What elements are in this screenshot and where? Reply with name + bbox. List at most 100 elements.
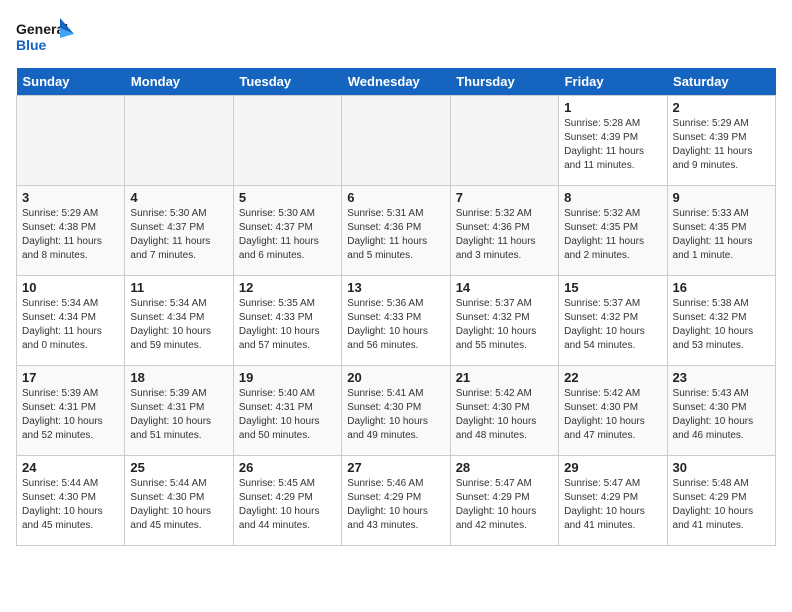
weekday-thursday: Thursday [450, 68, 558, 96]
day-info: Sunrise: 5:40 AM Sunset: 4:31 PM Dayligh… [239, 387, 336, 443]
day-number: 23 [673, 370, 770, 385]
day-number: 16 [673, 280, 770, 295]
day-number: 8 [564, 190, 661, 205]
day-info: Sunrise: 5:38 AM Sunset: 4:32 PM Dayligh… [673, 297, 770, 353]
day-info: Sunrise: 5:48 AM Sunset: 4:29 PM Dayligh… [673, 477, 770, 533]
weekday-tuesday: Tuesday [233, 68, 341, 96]
day-number: 20 [347, 370, 444, 385]
calendar-cell: 26 Sunrise: 5:45 AM Sunset: 4:29 PM Dayli… [233, 456, 341, 546]
logo-svg: GeneralBlue [16, 16, 76, 58]
calendar-cell [342, 96, 450, 186]
calendar-cell [233, 96, 341, 186]
day-number: 14 [456, 280, 553, 295]
logo: GeneralBlue [16, 16, 76, 58]
week-row-3: 10 Sunrise: 5:34 AM Sunset: 4:34 PM Dayli… [17, 276, 776, 366]
day-number: 27 [347, 460, 444, 475]
week-row-2: 3 Sunrise: 5:29 AM Sunset: 4:38 PM Daylig… [17, 186, 776, 276]
calendar-cell: 15 Sunrise: 5:37 AM Sunset: 4:32 PM Dayli… [559, 276, 667, 366]
week-row-4: 17 Sunrise: 5:39 AM Sunset: 4:31 PM Dayli… [17, 366, 776, 456]
day-number: 22 [564, 370, 661, 385]
calendar-cell: 4Sunrise: 5:30 AM Sunset: 4:37 PM Daylig… [125, 186, 233, 276]
day-info: Sunrise: 5:30 AM Sunset: 4:37 PM Dayligh… [239, 207, 336, 263]
day-number: 19 [239, 370, 336, 385]
calendar-cell: 25 Sunrise: 5:44 AM Sunset: 4:30 PM Dayli… [125, 456, 233, 546]
calendar-table: SundayMondayTuesdayWednesdayThursdayFrid… [16, 68, 776, 546]
calendar-cell: 30 Sunrise: 5:48 AM Sunset: 4:29 PM Dayli… [667, 456, 775, 546]
day-number: 1 [564, 100, 661, 115]
day-number: 26 [239, 460, 336, 475]
day-number: 18 [130, 370, 227, 385]
calendar-cell [17, 96, 125, 186]
calendar-cell: 24 Sunrise: 5:44 AM Sunset: 4:30 PM Dayli… [17, 456, 125, 546]
calendar-cell: 1 Sunrise: 5:28 AM Sunset: 4:39 PM Daylig… [559, 96, 667, 186]
calendar-body: 1 Sunrise: 5:28 AM Sunset: 4:39 PM Daylig… [17, 96, 776, 546]
day-info: Sunrise: 5:46 AM Sunset: 4:29 PM Dayligh… [347, 477, 444, 533]
calendar-cell: 22 Sunrise: 5:42 AM Sunset: 4:30 PM Dayli… [559, 366, 667, 456]
day-info: Sunrise: 5:33 AM Sunset: 4:35 PM Dayligh… [673, 207, 770, 263]
day-number: 10 [22, 280, 119, 295]
calendar-cell: 18 Sunrise: 5:39 AM Sunset: 4:31 PM Dayli… [125, 366, 233, 456]
day-info: Sunrise: 5:42 AM Sunset: 4:30 PM Dayligh… [456, 387, 553, 443]
day-info: Sunrise: 5:31 AM Sunset: 4:36 PM Dayligh… [347, 207, 444, 263]
svg-text:Blue: Blue [16, 37, 47, 53]
calendar-cell: 21Sunrise: 5:42 AM Sunset: 4:30 PM Dayli… [450, 366, 558, 456]
calendar-cell: 23 Sunrise: 5:43 AM Sunset: 4:30 PM Dayli… [667, 366, 775, 456]
calendar-cell: 28Sunrise: 5:47 AM Sunset: 4:29 PM Dayli… [450, 456, 558, 546]
day-info: Sunrise: 5:44 AM Sunset: 4:30 PM Dayligh… [130, 477, 227, 533]
day-info: Sunrise: 5:42 AM Sunset: 4:30 PM Dayligh… [564, 387, 661, 443]
day-number: 24 [22, 460, 119, 475]
day-number: 15 [564, 280, 661, 295]
day-number: 5 [239, 190, 336, 205]
calendar-cell [450, 96, 558, 186]
day-info: Sunrise: 5:30 AM Sunset: 4:37 PM Dayligh… [130, 207, 227, 263]
day-number: 2 [673, 100, 770, 115]
calendar-cell: 12Sunrise: 5:35 AM Sunset: 4:33 PM Dayli… [233, 276, 341, 366]
calendar-cell: 27 Sunrise: 5:46 AM Sunset: 4:29 PM Dayli… [342, 456, 450, 546]
calendar-cell: 6Sunrise: 5:31 AM Sunset: 4:36 PM Daylig… [342, 186, 450, 276]
day-info: Sunrise: 5:47 AM Sunset: 4:29 PM Dayligh… [456, 477, 553, 533]
calendar-cell: 7 Sunrise: 5:32 AM Sunset: 4:36 PM Daylig… [450, 186, 558, 276]
day-info: Sunrise: 5:34 AM Sunset: 4:34 PM Dayligh… [130, 297, 227, 353]
week-row-1: 1 Sunrise: 5:28 AM Sunset: 4:39 PM Daylig… [17, 96, 776, 186]
day-info: Sunrise: 5:32 AM Sunset: 4:36 PM Dayligh… [456, 207, 553, 263]
day-info: Sunrise: 5:29 AM Sunset: 4:39 PM Dayligh… [673, 117, 770, 173]
day-info: Sunrise: 5:34 AM Sunset: 4:34 PM Dayligh… [22, 297, 119, 353]
calendar-cell: 16 Sunrise: 5:38 AM Sunset: 4:32 PM Dayli… [667, 276, 775, 366]
day-number: 29 [564, 460, 661, 475]
day-number: 17 [22, 370, 119, 385]
day-info: Sunrise: 5:43 AM Sunset: 4:30 PM Dayligh… [673, 387, 770, 443]
calendar-cell: 20Sunrise: 5:41 AM Sunset: 4:30 PM Dayli… [342, 366, 450, 456]
day-info: Sunrise: 5:32 AM Sunset: 4:35 PM Dayligh… [564, 207, 661, 263]
day-number: 30 [673, 460, 770, 475]
day-number: 25 [130, 460, 227, 475]
calendar-cell: 14 Sunrise: 5:37 AM Sunset: 4:32 PM Dayli… [450, 276, 558, 366]
day-info: Sunrise: 5:47 AM Sunset: 4:29 PM Dayligh… [564, 477, 661, 533]
weekday-sunday: Sunday [17, 68, 125, 96]
day-info: Sunrise: 5:28 AM Sunset: 4:39 PM Dayligh… [564, 117, 661, 173]
day-info: Sunrise: 5:39 AM Sunset: 4:31 PM Dayligh… [22, 387, 119, 443]
weekday-saturday: Saturday [667, 68, 775, 96]
day-info: Sunrise: 5:37 AM Sunset: 4:32 PM Dayligh… [564, 297, 661, 353]
calendar-cell: 5 Sunrise: 5:30 AM Sunset: 4:37 PM Daylig… [233, 186, 341, 276]
weekday-friday: Friday [559, 68, 667, 96]
day-number: 11 [130, 280, 227, 295]
day-info: Sunrise: 5:39 AM Sunset: 4:31 PM Dayligh… [130, 387, 227, 443]
day-number: 3 [22, 190, 119, 205]
day-info: Sunrise: 5:36 AM Sunset: 4:33 PM Dayligh… [347, 297, 444, 353]
calendar-cell: 29 Sunrise: 5:47 AM Sunset: 4:29 PM Dayli… [559, 456, 667, 546]
week-row-5: 24 Sunrise: 5:44 AM Sunset: 4:30 PM Dayli… [17, 456, 776, 546]
day-number: 9 [673, 190, 770, 205]
calendar-cell: 13 Sunrise: 5:36 AM Sunset: 4:33 PM Dayli… [342, 276, 450, 366]
day-info: Sunrise: 5:37 AM Sunset: 4:32 PM Dayligh… [456, 297, 553, 353]
calendar-header: SundayMondayTuesdayWednesdayThursdayFrid… [17, 68, 776, 96]
calendar-cell: 9 Sunrise: 5:33 AM Sunset: 4:35 PM Daylig… [667, 186, 775, 276]
day-number: 13 [347, 280, 444, 295]
calendar-cell: 2 Sunrise: 5:29 AM Sunset: 4:39 PM Daylig… [667, 96, 775, 186]
day-info: Sunrise: 5:29 AM Sunset: 4:38 PM Dayligh… [22, 207, 119, 263]
day-info: Sunrise: 5:45 AM Sunset: 4:29 PM Dayligh… [239, 477, 336, 533]
day-number: 7 [456, 190, 553, 205]
calendar-cell: 3 Sunrise: 5:29 AM Sunset: 4:38 PM Daylig… [17, 186, 125, 276]
calendar-cell: 19 Sunrise: 5:40 AM Sunset: 4:31 PM Dayli… [233, 366, 341, 456]
calendar-cell: 8 Sunrise: 5:32 AM Sunset: 4:35 PM Daylig… [559, 186, 667, 276]
day-info: Sunrise: 5:44 AM Sunset: 4:30 PM Dayligh… [22, 477, 119, 533]
